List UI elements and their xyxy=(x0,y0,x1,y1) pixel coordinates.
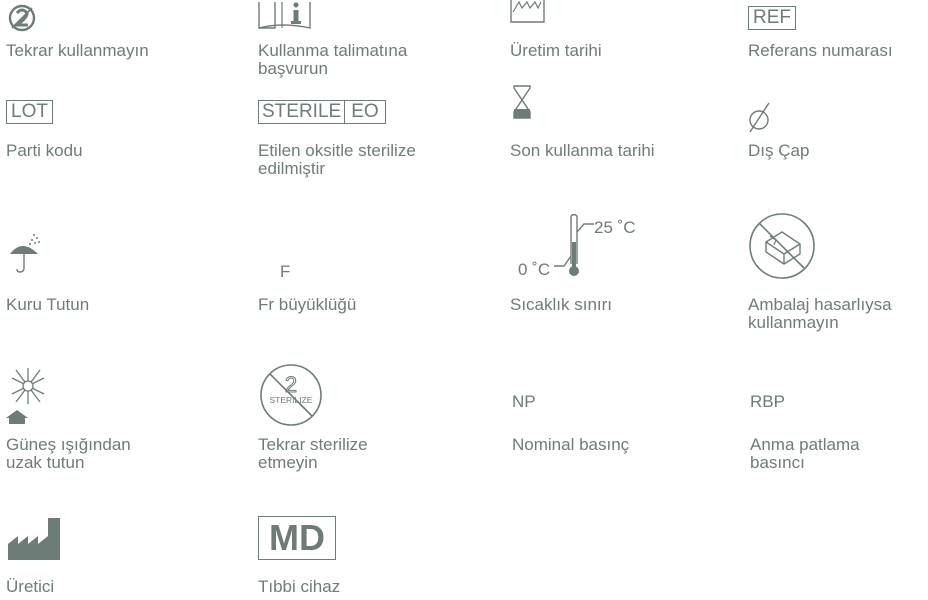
label-do-not-resterilize: Tekrar sterilize etmeyin xyxy=(258,435,368,472)
eo-text: EO xyxy=(351,101,379,122)
label-reference-number: Referans numarası xyxy=(748,41,893,60)
label-temperature-limit: Sıcaklık sınırı xyxy=(510,295,613,314)
np-text-icon: NP xyxy=(512,392,536,411)
label-rated-burst-pressure: Anma patlama basıncı xyxy=(750,435,860,472)
do-not-reuse-icon xyxy=(8,4,36,32)
label-outer-diameter: Dış Çap xyxy=(748,141,810,160)
label-damaged-package: Ambalaj hasarlıysa kullanmayın xyxy=(748,295,892,332)
ref-box-icon: REF xyxy=(748,6,796,30)
label-manufacture-date: Üretim tarihi xyxy=(510,41,602,60)
lot-box-icon: LOT xyxy=(6,100,53,124)
label-nominal-pressure: Nominal basınç xyxy=(512,435,630,454)
max-temp-label: 25 ˚C xyxy=(594,218,636,237)
damaged-package-icon xyxy=(749,213,815,279)
md-box-icon: MD xyxy=(258,516,336,560)
label-batch-code: Parti kodu xyxy=(6,141,83,160)
sterile-eo-icon: STERILE EO xyxy=(258,100,386,124)
manufacture-date-icon xyxy=(510,0,545,23)
label-do-not-reuse: Tekrar kullanmayın xyxy=(6,41,149,60)
hourglass-icon xyxy=(513,85,531,119)
label-keep-dry: Kuru Tutun xyxy=(6,295,90,314)
diameter-icon xyxy=(749,102,770,133)
umbrella-icon xyxy=(10,234,40,273)
sun-house-icon xyxy=(6,368,45,424)
consult-instructions-icon xyxy=(258,2,311,29)
label-sterile-eo: Etilen oksitle sterilize edilmiştir xyxy=(258,141,416,178)
label-keep-from-sunlight: Güneş ışığından uzak tutun xyxy=(6,435,131,472)
md-text: MD xyxy=(269,517,325,558)
do-not-resterilize-icon: 2 STERILIZE xyxy=(260,364,322,426)
french-size-icon: F xyxy=(280,262,291,281)
label-use-by-date: Son kullanma tarihi xyxy=(510,141,655,160)
resterilize-word: STERILIZE xyxy=(270,395,313,405)
resterilize-number: 2 xyxy=(285,372,297,397)
factory-icon xyxy=(8,518,60,560)
label-manufacturer: Üretici xyxy=(6,577,55,596)
label-french-size: Fr büyüklüğü xyxy=(258,295,357,314)
rbp-text-icon: RBP xyxy=(750,392,785,411)
label-medical-device: Tıbbi cihaz xyxy=(258,577,341,596)
min-temp-label: 0 ˚C xyxy=(518,260,551,279)
sterile-text: STERILE xyxy=(259,101,346,123)
label-consult-instructions: Kullanma talimatına başvurun xyxy=(258,41,408,78)
